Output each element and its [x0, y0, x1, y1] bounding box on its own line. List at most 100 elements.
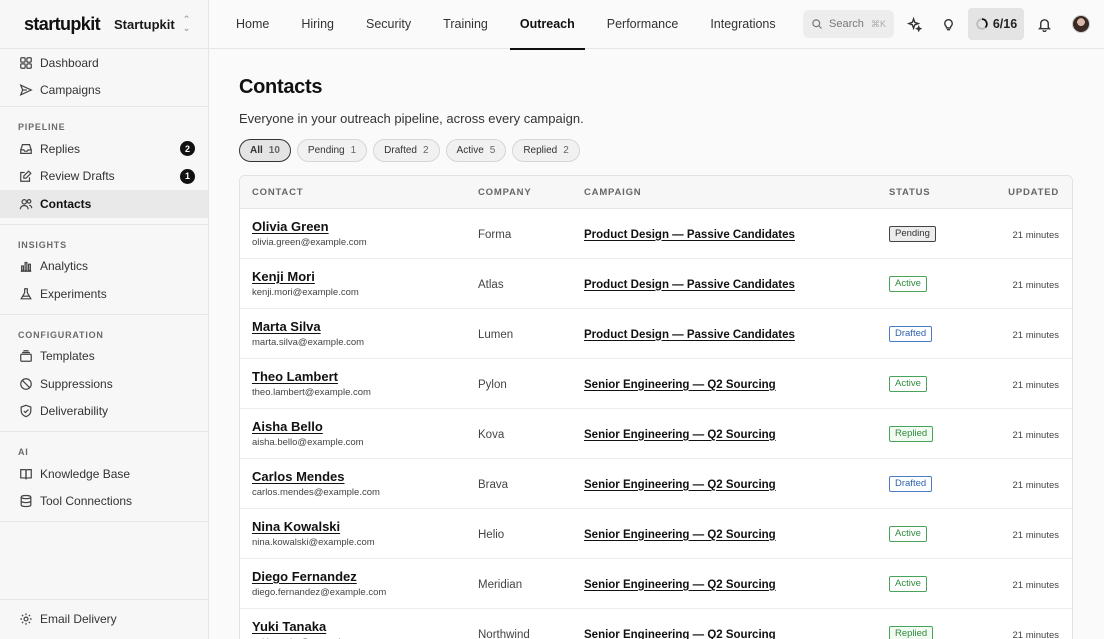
tab-security[interactable]: Security — [356, 0, 421, 49]
sidebar-item-contacts[interactable]: Contacts — [0, 190, 208, 218]
filter-chip-count: 5 — [489, 145, 496, 156]
sidebar-section-title: AI — [18, 447, 29, 457]
user-avatar[interactable] — [1072, 15, 1090, 33]
sidebar-item-email-delivery[interactable]: Email Delivery — [0, 606, 208, 634]
bell-icon — [1037, 18, 1051, 32]
filter-chip-active[interactable]: Active 5 — [445, 139, 507, 162]
contact-email: theo.lambert@example.com — [252, 387, 371, 398]
filter-chip-count: 10 — [268, 145, 280, 156]
ai-sparkle-button[interactable] — [900, 10, 928, 38]
sidebar-section-ai: AI Knowledge Base Tool Connections — [0, 432, 208, 522]
contact-email: carlos.mendes@example.com — [252, 487, 380, 498]
status-badge: Active — [889, 276, 927, 292]
company-name: Brava — [478, 478, 509, 491]
campaign-link[interactable]: Senior Engineering — Q2 Sourcing — [584, 379, 776, 391]
sidebar-item-suppressions[interactable]: Suppressions — [0, 370, 208, 398]
filter-chip-drafted[interactable]: Drafted 2 — [373, 139, 440, 162]
notifications-button[interactable] — [1030, 10, 1058, 38]
table-row[interactable]: Carlos Mendes carlos.mendes@example.com Br… — [240, 459, 1072, 509]
table-row[interactable]: Yuki Tanakayuki.tanaka@example.comNorthw… — [240, 609, 1072, 639]
main-area: Home Hiring Security Training Outreach Perfor… — [209, 0, 1104, 639]
company-name: Pylon — [478, 378, 507, 391]
sidebar-item-label: Templates — [40, 349, 95, 364]
campaign-link[interactable]: Product Design — Passive Candidates — [584, 329, 795, 341]
setup-progress-button[interactable]: 6/16 — [968, 8, 1024, 40]
sidebar-item-deliverability[interactable]: Deliverability — [0, 398, 208, 426]
tab-home[interactable]: Home — [226, 0, 279, 49]
updated-time: 21 minutes — [1012, 479, 1059, 491]
filter-chip-all[interactable]: All 10 — [239, 139, 291, 162]
sidebar-item-analytics[interactable]: Analytics — [0, 253, 208, 281]
contact-name-link[interactable]: Aisha Bello — [252, 419, 478, 434]
table-header: CONTACT COMPANY CAMPAIGN STATUS UPDATED — [240, 176, 1072, 209]
column-header-updated[interactable]: UPDATED — [991, 187, 1072, 198]
campaign-link[interactable]: Senior Engineering — Q2 Sourcing — [584, 629, 776, 639]
table-row[interactable]: Marta Silva marta.silva@example.com Lumen P… — [240, 309, 1072, 359]
sidebar-item-campaigns[interactable]: Campaigns — [0, 77, 208, 105]
workspace-switcher[interactable]: Startupkit ⌃ ⌄ — [114, 15, 190, 33]
contact-email: marta.silva@example.com — [252, 337, 365, 348]
filter-chip-label: Replied — [523, 145, 558, 156]
database-icon — [18, 493, 34, 509]
column-header-contact[interactable]: CONTACT — [240, 187, 478, 198]
updated-time: 21 minutes — [1012, 629, 1059, 639]
updated-time: 21 minutes — [1012, 279, 1059, 291]
tab-training[interactable]: Training — [433, 0, 498, 49]
contact-cell: Diego Fernandez diego.fernandez@example.c… — [240, 569, 478, 598]
contact-name-link[interactable]: Theo Lambert — [252, 369, 478, 384]
contact-email: olivia.green@example.com — [252, 237, 367, 248]
campaign-link[interactable]: Product Design — Passive Candidates — [584, 229, 795, 241]
updated-time: 21 minutes — [1012, 429, 1059, 441]
table-row[interactable]: Nina Kowalski nina.kowalski@example.com He… — [240, 509, 1072, 559]
contact-name-link[interactable]: Kenji Mori — [252, 269, 478, 284]
campaign-link[interactable]: Senior Engineering — Q2 Sourcing — [584, 479, 776, 491]
contact-cell: Yuki Tanakayuki.tanaka@example.com — [240, 619, 478, 639]
filter-chip-replied[interactable]: Replied 2 — [512, 139, 580, 162]
column-header-status[interactable]: STATUS — [889, 187, 991, 198]
sidebar-item-dashboard[interactable]: Dashboard — [0, 49, 208, 77]
tab-integrations[interactable]: Integrations — [700, 0, 785, 49]
count-badge: 2 — [180, 141, 195, 157]
table-row[interactable]: Theo Lambert theo.lambert@example.com Pylo… — [240, 359, 1072, 409]
sidebar-item-replies[interactable]: Replies 2 — [0, 135, 208, 163]
contact-name-link[interactable]: Marta Silva — [252, 319, 478, 334]
page-content: Contacts Everyone in your outreach pipel… — [209, 49, 1104, 639]
campaign-link[interactable]: Product Design — Passive Candidates — [584, 279, 795, 291]
search-input[interactable]: Search ⌘K — [803, 10, 894, 38]
campaign-link[interactable]: Senior Engineering — Q2 Sourcing — [584, 529, 776, 541]
contact-name-link[interactable]: Yuki Tanaka — [252, 619, 478, 634]
sidebar-item-templates[interactable]: Templates — [0, 343, 208, 371]
contact-name-link[interactable]: Carlos Mendes — [252, 469, 478, 484]
contact-name-link[interactable]: Olivia Green — [252, 219, 478, 234]
sidebar-section-title: CONFIGURATION — [18, 329, 104, 340]
sidebar-item-label: Experiments — [40, 286, 107, 301]
company-name: Meridian — [478, 578, 523, 591]
table-row[interactable]: Diego Fernandez diego.fernandez@example.c… — [240, 559, 1072, 609]
table-row[interactable]: Olivia Green olivia.green@example.com Form… — [240, 209, 1072, 259]
status-badge: Replied — [889, 626, 934, 639]
table-row[interactable]: Aisha Bello aisha.bello@example.com Kova Se… — [240, 409, 1072, 459]
topbar-actions: Search ⌘K 6/16 — [803, 8, 1104, 40]
sidebar-section-pipeline: PIPELINE Replies 2 Review Drafts 1 Contacts — [0, 107, 208, 225]
contact-name-link[interactable]: Nina Kowalski — [252, 519, 478, 534]
column-header-company[interactable]: COMPANY — [478, 187, 584, 198]
sidebar-item-review-drafts[interactable]: Review Drafts 1 — [0, 163, 208, 191]
sidebar-item-tool-connections[interactable]: Tool Connections — [0, 488, 208, 516]
sidebar-item-experiments[interactable]: Experiments — [0, 280, 208, 308]
column-header-campaign[interactable]: CAMPAIGN — [584, 187, 889, 198]
contact-name-link[interactable]: Diego Fernandez — [252, 569, 478, 584]
sidebar-item-label: Review Drafts — [40, 169, 115, 184]
sidebar-item-knowledge-base[interactable]: Knowledge Base — [0, 460, 208, 488]
tab-hiring[interactable]: Hiring — [291, 0, 344, 49]
flask-icon — [18, 286, 34, 302]
tab-outreach[interactable]: Outreach — [509, 0, 585, 50]
filter-chip-pending[interactable]: Pending 1 — [296, 139, 368, 162]
workspace-name: Startupkit — [114, 16, 175, 32]
updated-time: 21 minutes — [1012, 529, 1059, 541]
campaign-link[interactable]: Senior Engineering — Q2 Sourcing — [584, 429, 776, 441]
tips-button[interactable] — [934, 10, 962, 38]
tab-performance[interactable]: Performance — [597, 0, 689, 49]
top-nav: Home Hiring Security Training Outreach Perfor… — [209, 0, 1104, 50]
table-row[interactable]: Kenji Mori kenji.mori@example.com Atlas Pro… — [240, 259, 1072, 309]
campaign-link[interactable]: Senior Engineering — Q2 Sourcing — [584, 579, 776, 591]
